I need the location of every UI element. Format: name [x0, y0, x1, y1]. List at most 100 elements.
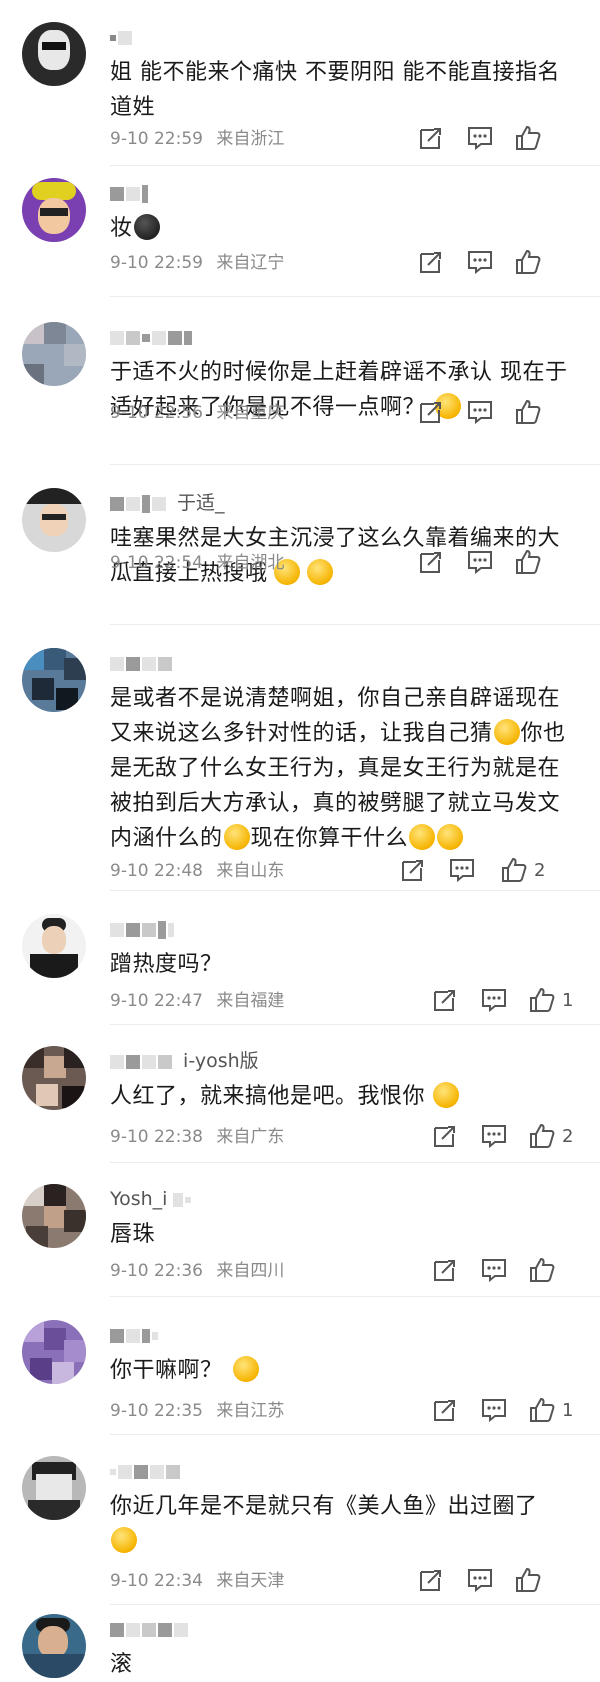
- comment-meta: 9-10 22:59 来自辽宁: [110, 250, 284, 276]
- timestamp: 9-10 22:59: [110, 129, 203, 149]
- timestamp: 9-10 22:35: [110, 1401, 203, 1421]
- comment-icon[interactable]: [466, 248, 494, 276]
- like-icon[interactable]: [528, 1256, 562, 1284]
- laugh-icon: [223, 824, 250, 850]
- timestamp: 9-10 22:56: [110, 403, 203, 423]
- username[interactable]: [110, 1458, 185, 1484]
- comment-icon[interactable]: [466, 398, 494, 426]
- username[interactable]: [110, 916, 179, 942]
- comment-meta: 9-10 22:59 来自浙江: [110, 126, 284, 152]
- repost-icon[interactable]: [418, 124, 444, 152]
- avatar[interactable]: [22, 1456, 86, 1520]
- face-icon: [133, 214, 160, 240]
- repost-icon[interactable]: [418, 548, 444, 576]
- username[interactable]: 于适_: [110, 490, 225, 516]
- username[interactable]: Yosh_i: [110, 1186, 196, 1212]
- laugh-icon: [493, 719, 520, 745]
- comment-icon[interactable]: [480, 1256, 508, 1284]
- comment-icon[interactable]: [480, 1122, 508, 1150]
- timestamp: 9-10 22:38: [110, 1127, 203, 1147]
- avatar[interactable]: [22, 914, 86, 978]
- repost-icon[interactable]: [432, 1256, 458, 1284]
- comment-list: 姐 能不能来个痛快 不要阴阳 能不能直接指名道姓 9-10 22:59 来自浙江: [0, 0, 600, 1682]
- comment-icon[interactable]: [466, 548, 494, 576]
- avatar[interactable]: [22, 1614, 86, 1678]
- timestamp: 9-10 22:34: [110, 1571, 203, 1591]
- avatar[interactable]: [22, 648, 86, 712]
- avatar[interactable]: [22, 488, 86, 552]
- like-icon[interactable]: 1: [528, 986, 573, 1014]
- repost-icon[interactable]: [418, 1566, 444, 1594]
- like-icon[interactable]: 2: [528, 1122, 573, 1150]
- avatar[interactable]: [22, 22, 86, 86]
- like-icon[interactable]: 1: [528, 1396, 573, 1424]
- comment-icon[interactable]: [466, 124, 494, 152]
- repost-icon[interactable]: [432, 986, 458, 1014]
- comment-meta: 9-10 22:54 来自湖北: [110, 550, 284, 576]
- username[interactable]: [110, 324, 197, 350]
- like-icon[interactable]: [514, 1566, 548, 1594]
- avatar[interactable]: [22, 1320, 86, 1384]
- like-icon[interactable]: [514, 398, 548, 426]
- avatar[interactable]: [22, 178, 86, 242]
- avatar[interactable]: [22, 322, 86, 386]
- location: 来自天津: [216, 1571, 285, 1591]
- like-icon[interactable]: [514, 124, 548, 152]
- like-icon[interactable]: [514, 548, 548, 576]
- comment-meta: 9-10 22:38 来自广东: [110, 1124, 284, 1150]
- username[interactable]: [110, 24, 137, 50]
- comment-text: 姐 能不能来个痛快 不要阴阳 能不能直接指名道姓: [110, 60, 560, 120]
- repost-icon[interactable]: [418, 398, 444, 426]
- timestamp: 9-10 22:36: [110, 1261, 203, 1281]
- avatar[interactable]: [22, 1046, 86, 1110]
- username[interactable]: [110, 180, 153, 206]
- comment-text: 人红了，就来搞他是吧。我恨你: [110, 1079, 580, 1114]
- timestamp: 9-10 22:47: [110, 991, 203, 1011]
- location: 来自江苏: [216, 1401, 285, 1421]
- location: 来自浙江: [216, 129, 285, 149]
- like-icon[interactable]: [514, 248, 548, 276]
- location: 来自重庆: [216, 403, 285, 423]
- comment-icon[interactable]: [480, 986, 508, 1014]
- comment-text: 是或者不是说清楚啊姐，你自己亲自辟谣现在又来说这么多针对性的话，让我自己猜 你也是…: [110, 686, 566, 851]
- repost-icon[interactable]: [432, 1396, 458, 1424]
- comment-text: 唇珠: [110, 1222, 156, 1247]
- location: 来自辽宁: [216, 253, 285, 273]
- comment-icon[interactable]: [466, 1566, 494, 1594]
- comment-text: 蹭热度吗？: [110, 952, 223, 977]
- face-icon: [111, 1527, 137, 1553]
- comment-text: 你干嘛啊？: [110, 1353, 580, 1388]
- username[interactable]: i-yosh版: [110, 1048, 259, 1074]
- like-icon[interactable]: 2: [500, 856, 545, 884]
- timestamp: 9-10 22:59: [110, 253, 203, 273]
- face-icon: [232, 1356, 259, 1382]
- location: 来自广东: [216, 1127, 285, 1147]
- username[interactable]: [110, 1616, 193, 1642]
- comment-meta: 9-10 22:56 来自重庆: [110, 400, 284, 426]
- laugh-icon: [409, 824, 436, 850]
- comment-text: 你近几年是不是就只有《美人鱼》出过圈了: [110, 1489, 580, 1559]
- face-icon: [433, 1082, 460, 1108]
- repost-icon[interactable]: [432, 1122, 458, 1150]
- username[interactable]: [110, 1322, 163, 1348]
- comment-meta: 9-10 22:34 来自天津: [110, 1568, 284, 1594]
- location: 来自湖北: [216, 553, 285, 573]
- comment-text: 妆: [110, 211, 580, 246]
- avatar[interactable]: [22, 1184, 86, 1248]
- comment-meta: 9-10 22:47 来自福建: [110, 988, 284, 1014]
- laugh-icon: [437, 824, 464, 850]
- comment-icon[interactable]: [448, 856, 476, 884]
- timestamp: 9-10 22:54: [110, 553, 203, 573]
- comment-meta: 9-10 22:35 来自江苏: [110, 1398, 284, 1424]
- comment-icon[interactable]: [480, 1396, 508, 1424]
- timestamp: 9-10 22:48: [110, 861, 203, 881]
- repost-icon[interactable]: [418, 248, 444, 276]
- comment-meta: 9-10 22:36 来自四川: [110, 1258, 284, 1284]
- location: 来自山东: [216, 861, 285, 881]
- repost-icon[interactable]: [400, 856, 426, 884]
- comment-meta: 9-10 22:48 来自山东: [110, 858, 284, 884]
- location: 来自福建: [216, 991, 285, 1011]
- location: 来自四川: [216, 1261, 285, 1281]
- username[interactable]: [110, 650, 177, 676]
- comment-text: 滚: [110, 1652, 133, 1677]
